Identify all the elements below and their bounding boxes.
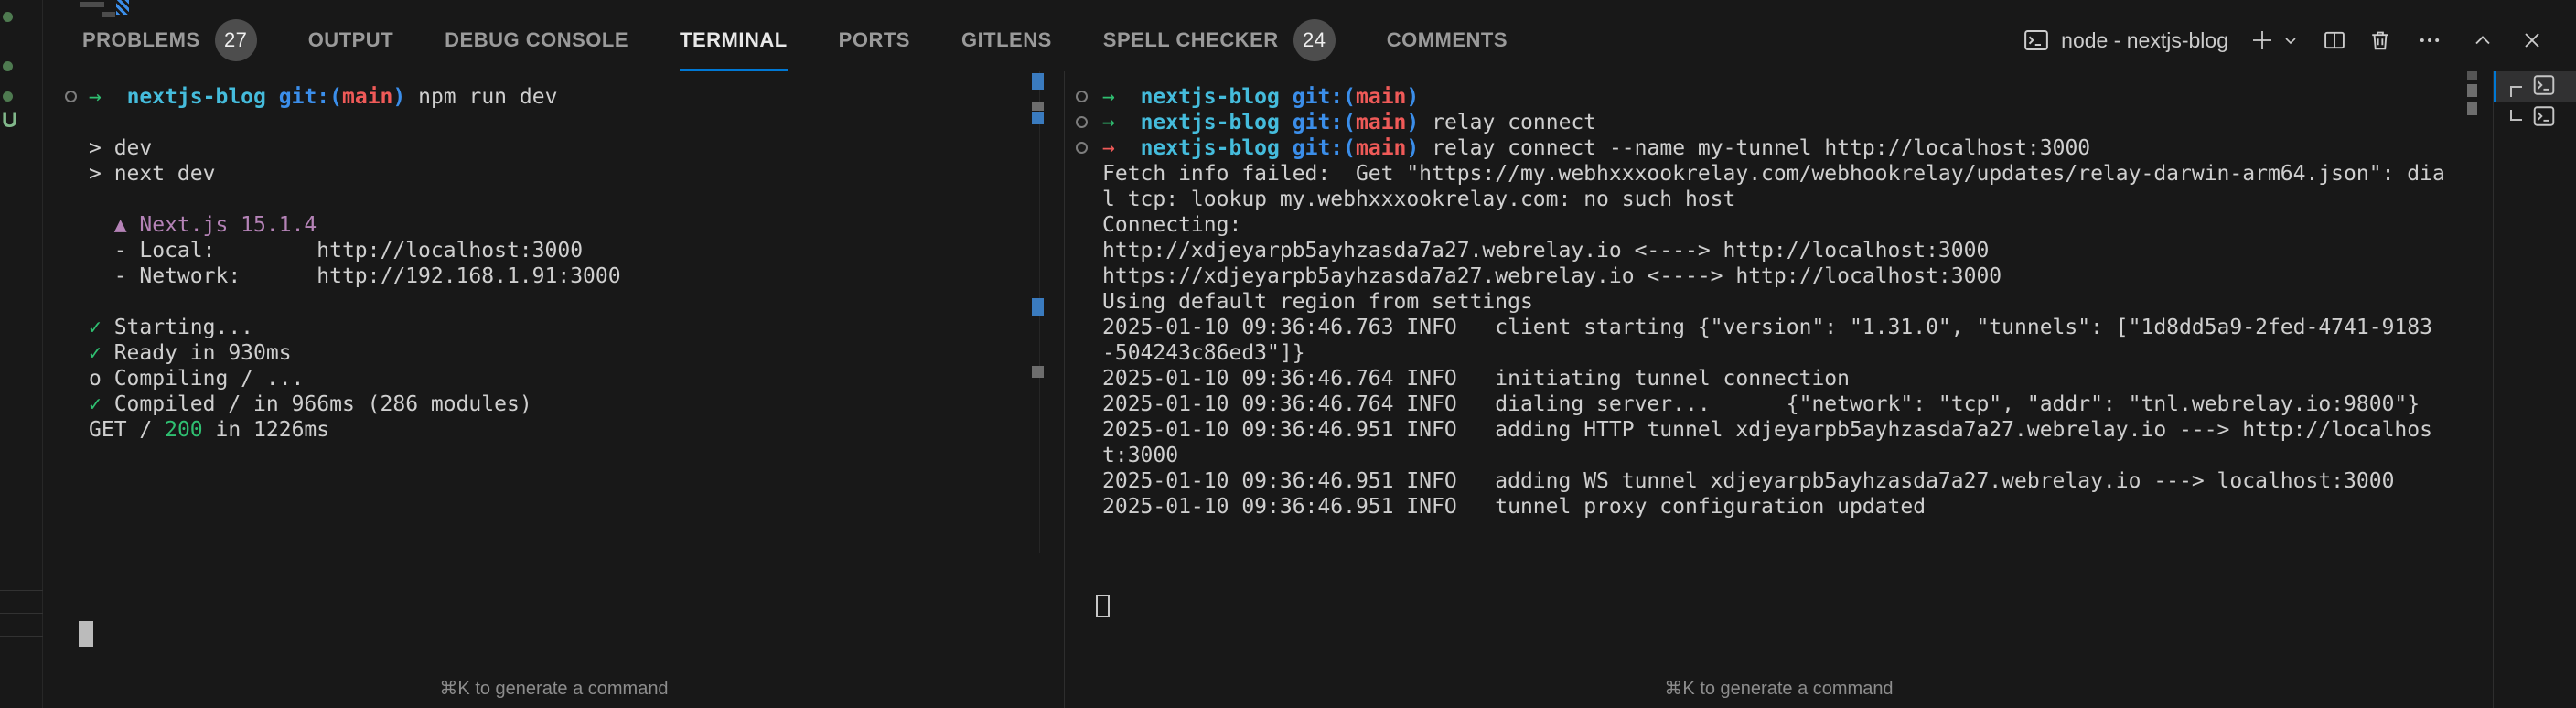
- divider: [0, 636, 43, 637]
- pane-divider[interactable]: [1064, 71, 1065, 708]
- terminal-line: ▲ Next.js 15.1.4: [113, 213, 317, 237]
- tab-problems[interactable]: PROBLEMS 27: [82, 0, 257, 71]
- tab-badge: 24: [1293, 18, 1336, 61]
- kill-terminal-button[interactable]: [2367, 27, 2393, 53]
- split-tree-glyph: [2510, 110, 2522, 121]
- tab-label: PORTS: [838, 27, 910, 51]
- terminal-line: - Network: http://192.168.1.91:3000: [89, 264, 621, 288]
- tab-label: SPELL CHECKER: [1102, 27, 1279, 51]
- terminal-line: Connecting:: [1102, 213, 1242, 237]
- terminal-line: 2025-01-10 09:36:46.951 INFO tunnel prox…: [1102, 495, 1927, 519]
- command-decoration-circle[interactable]: [65, 91, 77, 102]
- terminal-tab-item-1[interactable]: [2494, 71, 2576, 102]
- overview-ruler-mark: [2467, 71, 2477, 80]
- terminal-tabs-list: [2494, 71, 2576, 134]
- terminal-line: https://xdjeyarpb5ayhzasda7a27.webrelay.…: [1102, 264, 2002, 288]
- terminal-line: GET / 200 in 1226ms: [89, 418, 330, 442]
- terminal-output: → nextjs-blog git:(main) → nextjs-blog gi…: [1065, 84, 2493, 520]
- terminal-icon: [2530, 104, 2558, 133]
- terminal-line: ✓ Ready in 930ms: [89, 341, 292, 365]
- tab-label: COMMENTS: [1386, 27, 1508, 51]
- terminal-line: → nextjs-blog git:(main) npm run dev: [89, 85, 558, 109]
- maximize-panel-button[interactable]: [2470, 27, 2496, 53]
- terminal-line: 2025-01-10 09:36:46.951 INFO adding WS t…: [1102, 469, 2395, 493]
- chevron-down-icon[interactable]: [2280, 29, 2302, 51]
- terminal-icon: [2023, 27, 2050, 54]
- tab-gitlens[interactable]: GITLENS: [961, 0, 1052, 71]
- terminal-icon: [2530, 73, 2558, 102]
- panel-tabs: PROBLEMS 27 OUTPUT DEBUG CONSOLE TERMINAL POR…: [82, 0, 1559, 71]
- panel-controls: node - nextjs-blog: [2023, 0, 2576, 71]
- git-untracked-label: U: [2, 108, 18, 133]
- active-terminal-label: node - nextjs-blog: [2061, 27, 2228, 52]
- terminal-line: → nextjs-blog git:(main): [1102, 85, 1420, 109]
- terminal-cursor: [79, 621, 93, 647]
- terminal-line: -504243c86ed3"]}: [1102, 341, 1305, 365]
- overview-ruler-mark: [2467, 102, 2477, 115]
- divider: [0, 590, 43, 591]
- terminal-cursor: [1096, 595, 1110, 617]
- tab-ports[interactable]: PORTS: [839, 0, 910, 71]
- terminal-pane-left[interactable]: → nextjs-blog git:(main) npm run dev > d…: [43, 73, 1064, 672]
- command-decoration-circle[interactable]: [1076, 116, 1088, 128]
- tab-output[interactable]: OUTPUT: [308, 0, 393, 71]
- command-decoration-circle[interactable]: [1076, 91, 1088, 102]
- generate-command-hint: ⌘K to generate a command: [439, 679, 669, 699]
- terminal-line: > dev: [89, 136, 153, 160]
- overview-ruler-mark: [1032, 366, 1044, 378]
- tab-label: GITLENS: [961, 27, 1052, 51]
- terminal-tab-item-2[interactable]: [2494, 102, 2576, 134]
- tab-comments[interactable]: COMMENTS: [1387, 0, 1508, 71]
- overview-ruler-mark: [1032, 73, 1044, 90]
- terminal-line: ✓ Starting...: [89, 316, 254, 339]
- tab-label: PROBLEMS: [82, 27, 200, 51]
- git-added-dot: [3, 12, 13, 22]
- terminal-tabs-divider[interactable]: [2493, 71, 2494, 708]
- divider: [0, 613, 43, 614]
- vscode-bottom-panel: U PROBLEMS 27 OUTPUT DEBUG CONSOLE TERMINAL P…: [0, 0, 2576, 708]
- tab-debug-console[interactable]: DEBUG CONSOLE: [445, 0, 628, 71]
- terminal-line: 2025-01-10 09:36:46.764 INFO dialing ser…: [1102, 392, 2420, 416]
- terminal-line: Using default region from settings: [1102, 290, 1533, 314]
- overview-ruler-mark: [1032, 112, 1044, 124]
- terminal-line: 2025-01-10 09:36:46.951 INFO adding HTTP…: [1102, 418, 2432, 442]
- terminal-line: o Compiling / ...: [89, 367, 305, 391]
- terminal-line: 2025-01-10 09:36:46.763 INFO client star…: [1102, 316, 2432, 339]
- editor-gutter-strip: U: [0, 0, 43, 708]
- terminal-line: http://xdjeyarpb5ayhzasda7a27.webrelay.i…: [1102, 239, 1990, 263]
- split-terminal-button[interactable]: [2322, 27, 2347, 53]
- git-added-dot: [3, 61, 13, 71]
- terminal-line: t:3000: [1102, 444, 1179, 467]
- tab-label: OUTPUT: [307, 27, 394, 51]
- terminal-line: 2025-01-10 09:36:46.764 INFO initiating …: [1102, 367, 1850, 391]
- terminal-line: l tcp: lookup my.webhxxxookrelay.com: no…: [1102, 188, 1736, 211]
- tab-label: DEBUG CONSOLE: [445, 27, 628, 51]
- close-panel-button[interactable]: [2519, 27, 2545, 53]
- tab-badge: 27: [214, 18, 257, 61]
- overview-ruler-mark: [2467, 84, 2477, 97]
- tab-label: TERMINAL: [680, 27, 788, 51]
- terminal-line: → nextjs-blog git:(main) relay connect: [1102, 111, 1597, 134]
- terminal-line: Fetch info failed: Get "https://my.webhx…: [1102, 162, 2445, 186]
- tab-terminal[interactable]: TERMINAL: [680, 0, 788, 71]
- terminal-line: ✓ Compiled / in 966ms (286 modules): [89, 392, 532, 416]
- new-terminal-button[interactable]: [2249, 27, 2276, 54]
- terminal-line: → nextjs-blog git:(main) relay connect -…: [1102, 136, 2091, 160]
- terminal-line: - Local: http://localhost:3000: [89, 239, 584, 263]
- terminal-output: → nextjs-blog git:(main) npm run dev > d…: [43, 84, 1064, 443]
- overview-ruler-mark: [1032, 102, 1044, 111]
- terminal-pane-right[interactable]: → nextjs-blog git:(main) → nextjs-blog gi…: [1065, 73, 2493, 672]
- git-added-dot: [3, 91, 13, 102]
- more-actions-button[interactable]: [2417, 27, 2442, 53]
- panel-tab-bar: PROBLEMS 27 OUTPUT DEBUG CONSOLE TERMINAL POR…: [43, 0, 2576, 71]
- overview-ruler-mark: [1032, 298, 1044, 316]
- split-tree-glyph: [2510, 86, 2522, 97]
- generate-command-hint: ⌘K to generate a command: [1664, 679, 1894, 699]
- tab-spell-checker[interactable]: SPELL CHECKER 24: [1103, 0, 1336, 71]
- terminal-line: > next dev: [89, 162, 216, 186]
- command-decoration-circle[interactable]: [1076, 142, 1088, 154]
